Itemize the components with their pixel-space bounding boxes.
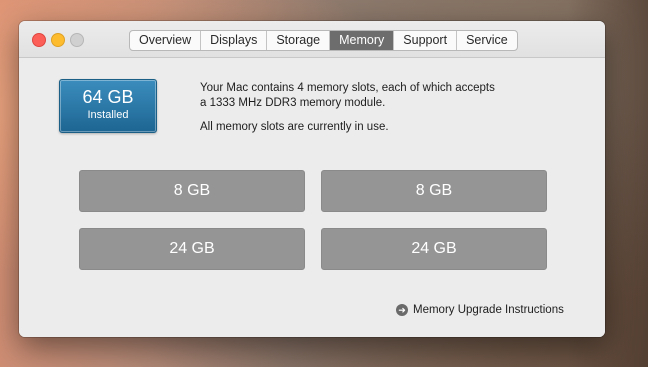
about-this-mac-window: Overview Displays Storage Memory Support…: [19, 21, 605, 337]
tab-overview[interactable]: Overview: [130, 31, 200, 50]
tab-storage[interactable]: Storage: [266, 31, 329, 50]
description-line-2: a 1333 MHz DDR3 memory module.: [200, 97, 386, 109]
tab-support[interactable]: Support: [393, 31, 456, 50]
minimize-button[interactable]: [51, 33, 65, 47]
tab-service[interactable]: Service: [456, 31, 517, 50]
memory-description: Your Mac contains 4 memory slots, each o…: [200, 81, 540, 144]
tab-memory[interactable]: Memory: [329, 31, 394, 50]
upgrade-link-label: Memory Upgrade Instructions: [413, 304, 564, 316]
tab-displays[interactable]: Displays: [200, 31, 266, 50]
memory-slot-4: 24 GB: [321, 228, 547, 270]
title-bar: Overview Displays Storage Memory Support…: [19, 21, 605, 58]
memory-status-text: All memory slots are currently in use.: [200, 121, 389, 133]
description-line-1: Your Mac contains 4 memory slots, each o…: [200, 82, 495, 94]
memory-slot-description: Your Mac contains 4 memory slots, each o…: [200, 81, 540, 111]
installed-memory-label: Installed: [87, 109, 129, 121]
installed-memory-badge: 64 GB Installed: [59, 79, 157, 133]
close-button[interactable]: [32, 33, 46, 47]
zoom-button[interactable]: [70, 33, 84, 47]
memory-slot-3: 24 GB: [79, 228, 305, 270]
tab-bar: Overview Displays Storage Memory Support…: [129, 30, 518, 51]
memory-panel: 64 GB Installed Your Mac contains 4 memo…: [19, 58, 605, 337]
memory-slot-1: 8 GB: [79, 170, 305, 212]
arrow-right-circle-icon: ➜: [396, 304, 408, 316]
installed-memory-size: 64 GB: [82, 87, 134, 107]
memory-slot-2: 8 GB: [321, 170, 547, 212]
memory-upgrade-instructions-link[interactable]: ➜ Memory Upgrade Instructions: [396, 304, 564, 316]
